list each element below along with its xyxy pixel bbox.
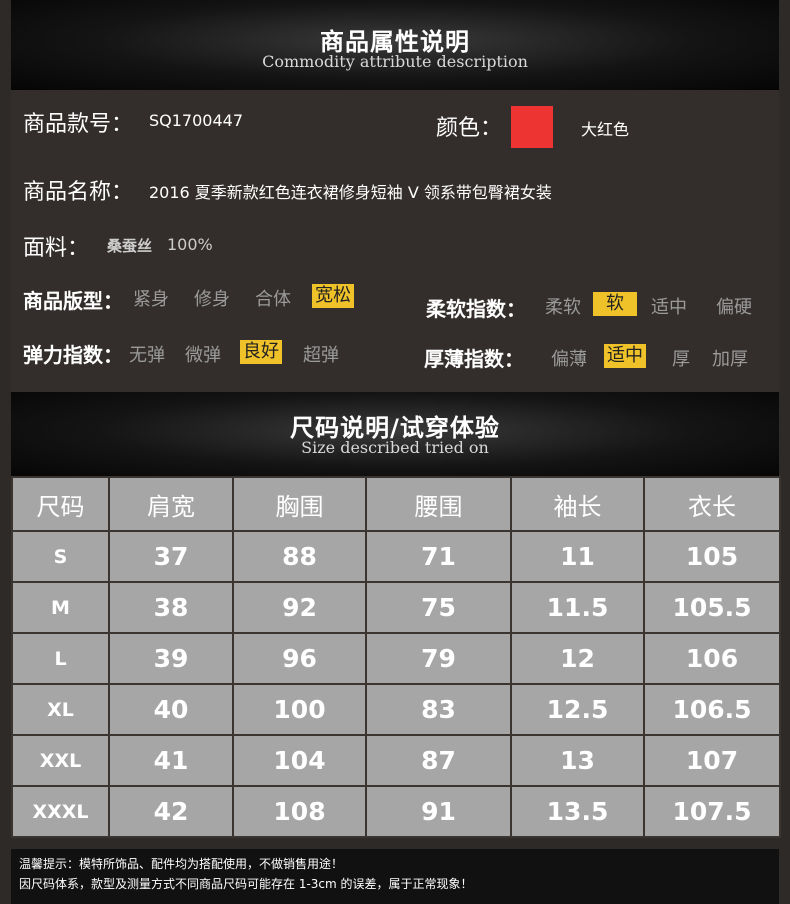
- thickness-option-thin: 偏薄: [551, 349, 587, 370]
- elasticity-option-good-selected: 良好: [240, 340, 282, 364]
- size-cell: L: [11, 632, 110, 685]
- attribute-banner: 商品属性说明 Commodity attribute description: [11, 0, 779, 90]
- table-row: XXXL 42 108 91 13.5 107.5: [11, 785, 781, 838]
- sleeve-cell: 13: [510, 734, 645, 787]
- fit-option-slim: 修身: [194, 289, 230, 310]
- softness-option-medium: 适中: [651, 297, 687, 318]
- size-cell: XXXL: [11, 785, 110, 838]
- shoulder-cell: 40: [108, 683, 234, 736]
- elasticity-label: 弹力指数：: [23, 343, 123, 367]
- product-name-value: 2016 夏季新款红色连衣裙修身短袖 V 领系带包臀裙女装: [149, 183, 552, 202]
- notice-line-1: 温馨提示：模特所饰品、配件均为搭配使用，不做销售用途！: [19, 857, 344, 871]
- table-row: XXL 41 104 87 13 107: [11, 734, 781, 787]
- size-banner: 尺码说明/试穿体验 Size described tried on: [11, 392, 779, 478]
- thickness-option-medium-selected: 适中: [604, 344, 646, 368]
- softness-option-hard: 偏硬: [716, 297, 752, 318]
- size-cell: XXL: [11, 734, 110, 787]
- fabric-percent: 100%: [167, 235, 213, 254]
- elasticity-option-none: 无弹: [129, 345, 165, 366]
- model-value: SQ1700447: [149, 111, 244, 130]
- bust-cell: 88: [232, 530, 367, 583]
- sleeve-cell: 12.5: [510, 683, 645, 736]
- attribute-panel: 商品款号： SQ1700447 颜色： 大红色 商品名称： 2016 夏季新款红…: [11, 90, 779, 392]
- model-label: 商品款号：: [23, 112, 134, 137]
- length-cell: 106.5: [643, 683, 781, 736]
- fabric-label: 面料：: [23, 236, 90, 261]
- sleeve-cell: 11: [510, 530, 645, 583]
- sleeve-cell: 11.5: [510, 581, 645, 634]
- table-row: XL 40 100 83 12.5 106.5: [11, 683, 781, 736]
- sleeve-cell: 13.5: [510, 785, 645, 838]
- softness-option-soft: 柔软: [545, 297, 581, 318]
- softness-label: 柔软指数：: [426, 297, 526, 321]
- waist-cell: 87: [365, 734, 512, 787]
- size-table: 尺码 肩宽 胸围 腰围 袖长 衣长 S 37 88 71 11 105 M 38…: [11, 476, 781, 838]
- column-header-waist: 腰围: [365, 476, 512, 532]
- fit-option-loose-selected: 宽松: [312, 284, 354, 308]
- fit-option-tight: 紧身: [133, 289, 169, 310]
- waist-cell: 83: [365, 683, 512, 736]
- attribute-subtitle: Commodity attribute description: [262, 52, 528, 71]
- fabric-name: 桑蚕丝: [107, 237, 153, 255]
- table-row: L 39 96 79 12 106: [11, 632, 781, 685]
- fit-label: 商品版型：: [23, 289, 123, 313]
- fit-option-regular: 合体: [255, 289, 291, 310]
- bust-cell: 100: [232, 683, 367, 736]
- size-cell: S: [11, 530, 110, 583]
- shoulder-cell: 39: [108, 632, 234, 685]
- length-cell: 105.5: [643, 581, 781, 634]
- length-cell: 105: [643, 530, 781, 583]
- column-header-shoulder: 肩宽: [108, 476, 234, 532]
- waist-cell: 91: [365, 785, 512, 838]
- length-cell: 107.5: [643, 785, 781, 838]
- size-cell: M: [11, 581, 110, 634]
- length-cell: 107: [643, 734, 781, 787]
- waist-cell: 71: [365, 530, 512, 583]
- softness-option-softer-selected: 软: [593, 292, 637, 316]
- thickness-label: 厚薄指数：: [424, 347, 524, 371]
- shoulder-cell: 42: [108, 785, 234, 838]
- bust-cell: 108: [232, 785, 367, 838]
- length-cell: 106: [643, 632, 781, 685]
- column-header-sleeve: 袖长: [510, 476, 645, 532]
- size-subtitle: Size described tried on: [301, 438, 489, 457]
- column-header-bust: 胸围: [232, 476, 367, 532]
- notice-line-2: 因尺码体系，款型及测量方式不同商品尺码可能存在 1-3cm 的误差，属于正常现象…: [19, 877, 473, 891]
- waist-cell: 79: [365, 632, 512, 685]
- elasticity-option-slight: 微弹: [185, 345, 221, 366]
- thickness-option-thick: 厚: [672, 349, 690, 370]
- notice-box: 温馨提示：模特所饰品、配件均为搭配使用，不做销售用途！ 因尺码体系，款型及测量方…: [11, 849, 779, 904]
- color-swatch: [511, 106, 553, 148]
- shoulder-cell: 37: [108, 530, 234, 583]
- thickness-option-extra-thick: 加厚: [712, 349, 748, 370]
- sleeve-cell: 12: [510, 632, 645, 685]
- shoulder-cell: 38: [108, 581, 234, 634]
- bust-cell: 104: [232, 734, 367, 787]
- waist-cell: 75: [365, 581, 512, 634]
- table-row: M 38 92 75 11.5 105.5: [11, 581, 781, 634]
- table-row: S 37 88 71 11 105: [11, 530, 781, 583]
- elasticity-option-super: 超弹: [303, 345, 339, 366]
- shoulder-cell: 41: [108, 734, 234, 787]
- column-header-size: 尺码: [11, 476, 110, 532]
- color-value: 大红色: [581, 120, 630, 139]
- color-label: 颜色：: [436, 116, 503, 141]
- column-header-length: 衣长: [643, 476, 781, 532]
- size-cell: XL: [11, 683, 110, 736]
- product-name-label: 商品名称：: [23, 180, 134, 205]
- size-table-header: 尺码 肩宽 胸围 腰围 袖长 衣长: [11, 476, 781, 532]
- bust-cell: 92: [232, 581, 367, 634]
- bust-cell: 96: [232, 632, 367, 685]
